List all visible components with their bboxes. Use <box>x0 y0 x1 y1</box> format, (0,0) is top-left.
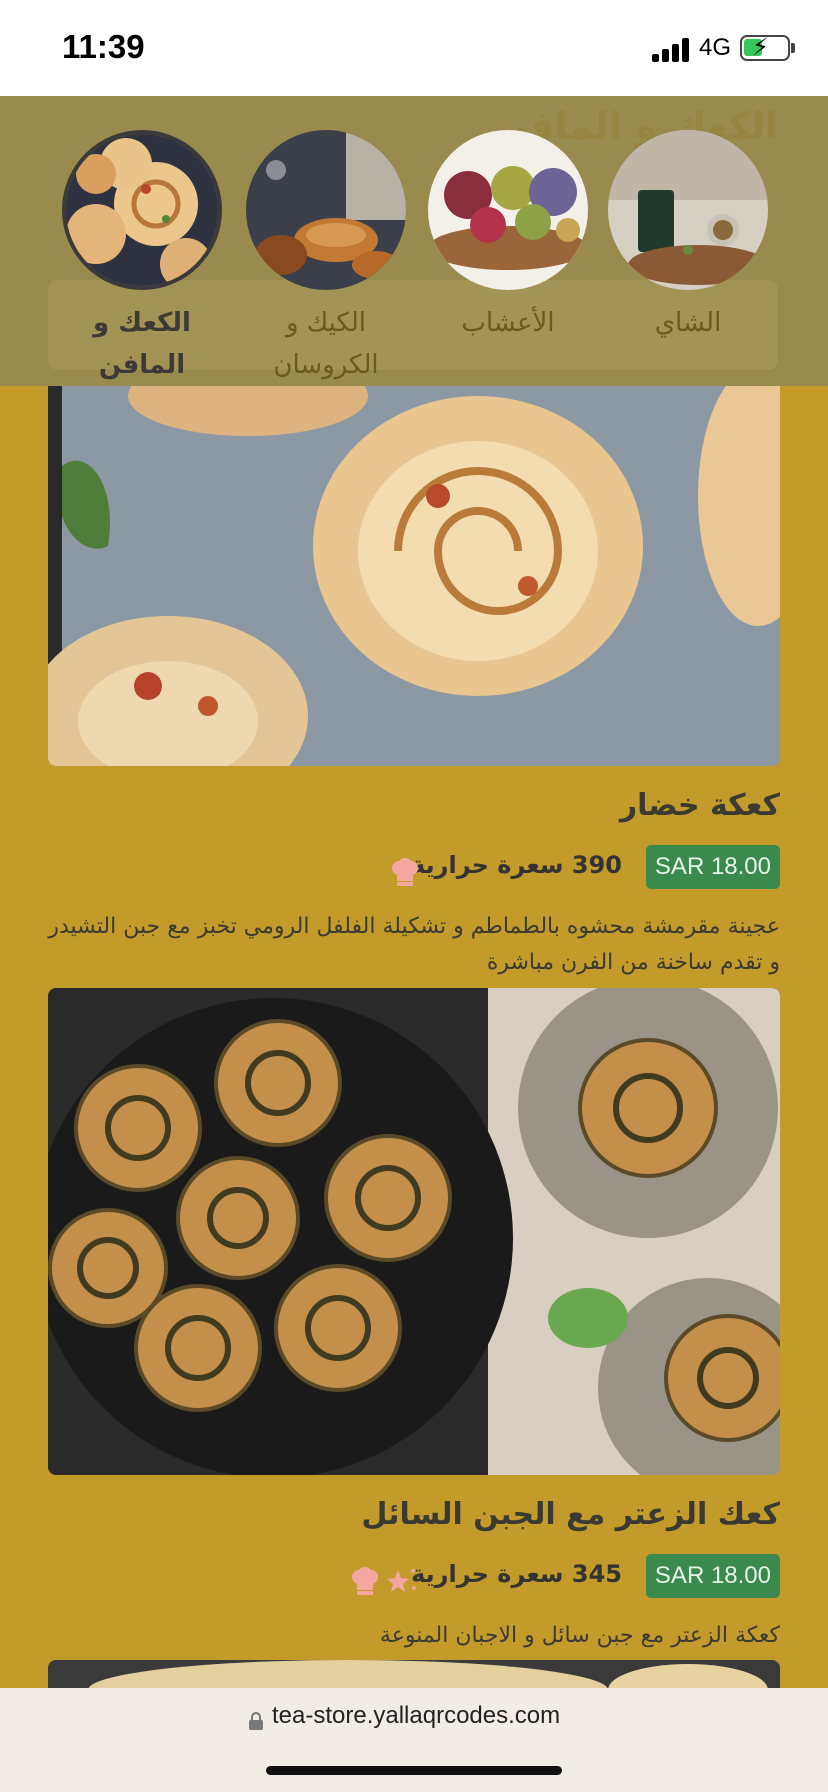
status-time: 11:39 <box>62 28 145 65</box>
chef-hat-icon <box>350 1566 380 1602</box>
product-description: كعكة الزعتر مع جبن سائل و الاجبان المنوع… <box>379 1623 780 1648</box>
category-label: الأعشاب <box>461 308 555 338</box>
category-label: الكيك و الكروسان <box>273 308 379 380</box>
category-herbs[interactable]: الأعشاب <box>428 130 588 344</box>
calories-label: 390 سعرة حرارية <box>411 851 622 879</box>
category-image <box>428 130 588 290</box>
product-meta: SAR 18.00 345 سعرة حرارية <box>48 1554 780 1600</box>
url-text[interactable]: tea-store.yallaqrcodes.com <box>272 1702 560 1730</box>
product-card[interactable]: كعك الزعتر مع الجبن السائل SAR 18.00 345… <box>48 988 780 1654</box>
battery-tip <box>791 43 795 53</box>
category-label: الشاي <box>654 308 722 338</box>
product-name: كعك الزعتر مع الجبن السائل <box>361 1497 780 1532</box>
browser-address-bar[interactable]: tea-store.yallaqrcodes.com <box>0 1688 828 1792</box>
calories-label: 345 سعرة حرارية <box>411 1560 622 1588</box>
category-image <box>62 130 222 290</box>
lock-icon <box>249 1712 263 1730</box>
category-label: الكعك و المافن <box>93 308 191 380</box>
chef-hat-icon <box>390 857 420 893</box>
category-muffins[interactable]: الكعك و المافن <box>62 130 222 386</box>
category-image <box>246 130 406 290</box>
category-cakes[interactable]: الكيك و الكروسان <box>246 130 406 386</box>
category-image <box>608 130 768 290</box>
price-badge: SAR 18.00 <box>645 845 780 889</box>
product-name: كعكة خضار <box>619 788 780 823</box>
price-badge: SAR 18.00 <box>645 1554 780 1598</box>
cellular-signal-icon <box>652 38 692 62</box>
category-tea[interactable]: الشاي <box>608 130 768 344</box>
network-type: 4G <box>699 34 732 61</box>
category-bar: الكعك و المافن الكعك و المافن الكيك و ال… <box>0 96 828 386</box>
product-card[interactable]: كعكة خضار SAR 18.00 390 سعرة حرارية عجين… <box>48 386 780 981</box>
sparkles-icon <box>386 1566 418 1602</box>
product-meta: SAR 18.00 390 سعرة حرارية <box>48 845 780 891</box>
product-image <box>48 988 780 1475</box>
product-image <box>48 386 780 766</box>
charging-bolt-icon: ⚡ <box>752 33 769 61</box>
product-description: عجينة مقرمشة محشوه بالطماطم و تشكيلة الف… <box>48 914 780 975</box>
home-indicator[interactable] <box>266 1766 562 1775</box>
status-bar: 11:39 4G ⚡ <box>0 0 828 96</box>
